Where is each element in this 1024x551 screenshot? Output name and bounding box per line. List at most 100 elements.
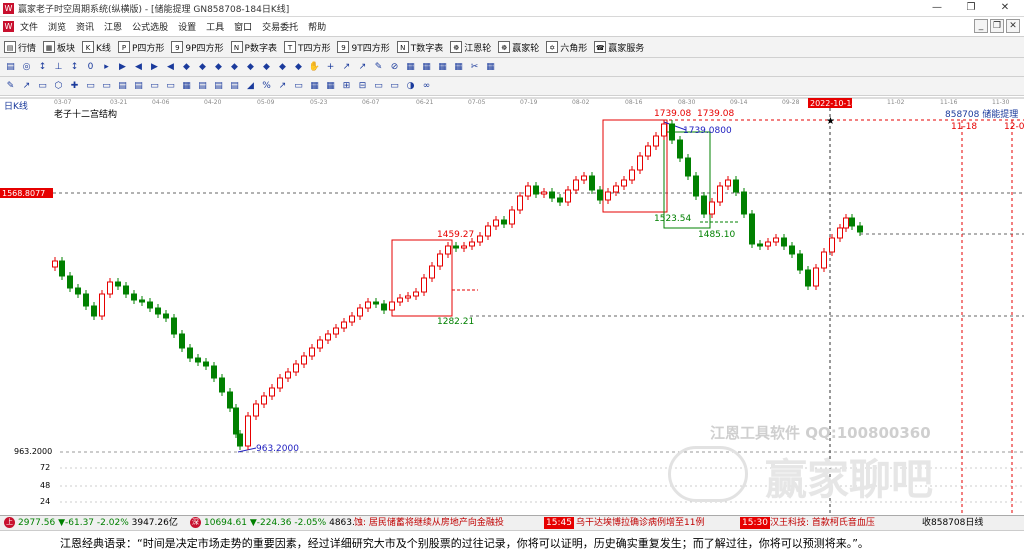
toolbar-button-1[interactable]: ▦ 板块	[43, 41, 75, 54]
toolbar2-tool-icon-28[interactable]: ▦	[452, 61, 465, 74]
toolbar2-tool-icon-4[interactable]: ↕	[68, 61, 81, 74]
toolbar-button-6[interactable]: T T四方形	[283, 41, 330, 54]
menu-item-0[interactable]: 文件	[20, 20, 38, 33]
menu-item-3[interactable]: 江恩	[104, 20, 122, 33]
menu-item-7[interactable]: 窗口	[234, 20, 252, 33]
news-item-1[interactable]: 蚀: 居民储蓄将继续从房地产向金融投	[354, 517, 504, 529]
menu-item-4[interactable]: 公式选股	[132, 20, 168, 33]
toolbar3-tool-icon-2[interactable]: ▭	[36, 80, 49, 93]
toolbar3-tool-icon-22[interactable]: ⊟	[356, 80, 369, 93]
candle-12	[147, 298, 153, 312]
close-button[interactable]: ✕	[988, 0, 1022, 16]
toolbar-button-5[interactable]: N P数字表	[230, 41, 277, 54]
sh-index[interactable]: 上 2977.56 ▼-61.37 -2.02% 3947.26亿	[4, 517, 178, 529]
toolbar2-tool-icon-9[interactable]: ▶	[148, 61, 161, 74]
toolbar2-tool-icon-17[interactable]: ◆	[276, 61, 289, 74]
toolbar2-tool-icon-13[interactable]: ◆	[212, 61, 225, 74]
toolbar-button-0[interactable]: ▤ 行情	[4, 41, 36, 54]
news-item-3[interactable]: 汉王科技: 首款柯氏音血压	[770, 517, 875, 529]
toolbar2-tool-icon-5[interactable]: 0	[84, 61, 97, 74]
toolbar2-tool-icon-14[interactable]: ◆	[228, 61, 241, 74]
toolbar2-tool-icon-7[interactable]: ▶	[116, 61, 129, 74]
candle-body	[629, 169, 635, 181]
minimize-button[interactable]: —	[920, 0, 954, 16]
menu-item-5[interactable]: 设置	[178, 20, 196, 33]
toolbar3-tool-icon-0[interactable]: ✎	[4, 80, 17, 93]
toolbar-button-8[interactable]: N T数字表	[396, 41, 443, 54]
candle-body	[533, 185, 539, 195]
toolbar2-tool-icon-27[interactable]: ▦	[436, 61, 449, 74]
menu-item-8[interactable]: 交易委托	[262, 20, 298, 33]
toolbar3-tool-icon-5[interactable]: ▭	[84, 80, 97, 93]
menu-item-2[interactable]: 资讯	[76, 20, 94, 33]
mdi-restore-button[interactable]: ❐	[990, 19, 1004, 33]
toolbar3-tool-icon-7[interactable]: ▤	[116, 80, 129, 93]
maximize-button[interactable]: ❐	[954, 0, 988, 16]
menu-item-9[interactable]: 帮助	[308, 20, 326, 33]
toolbar2-tool-icon-29[interactable]: ✂	[468, 61, 481, 74]
toolbar3-tool-icon-3[interactable]: ⬡	[52, 80, 65, 93]
toolbar3-tool-icon-15[interactable]: ◢	[244, 80, 257, 93]
toolbar2-tool-icon-10[interactable]: ◀	[164, 61, 177, 74]
toolbar2-tool-icon-24[interactable]: ⊘	[388, 61, 401, 74]
toolbar2-tool-icon-11[interactable]: ◆	[180, 61, 193, 74]
sz-index[interactable]: 深 10694.61 ▼-224.36 -2.05% 4863.	[190, 517, 355, 529]
toolbar3-tool-icon-25[interactable]: ◑	[404, 80, 417, 93]
toolbar3-tool-icon-16[interactable]: %	[260, 80, 273, 93]
candle-13	[155, 304, 161, 318]
toolbar3-tool-icon-21[interactable]: ⊞	[340, 80, 353, 93]
toolbar2-tool-icon-30[interactable]: ▦	[484, 61, 497, 74]
toolbar3-tool-icon-9[interactable]: ▭	[148, 80, 161, 93]
toolbar-button-3[interactable]: P P四方形	[117, 41, 164, 54]
toolbar2-tool-icon-25[interactable]: ▦	[404, 61, 417, 74]
toolbar3-tool-icon-11[interactable]: ▦	[180, 80, 193, 93]
toolbar3-tool-icon-24[interactable]: ▭	[388, 80, 401, 93]
toolbar-button-7[interactable]: 9 9T四方形	[337, 41, 390, 54]
toolbar2-tool-icon-19[interactable]: ✋	[308, 61, 321, 74]
toolbar3-tool-icon-17[interactable]: ↗	[276, 80, 289, 93]
toolbar3-tool-icon-18[interactable]: ▭	[292, 80, 305, 93]
toolbar2-tool-icon-1[interactable]: ◎	[20, 61, 33, 74]
toolbar3-tool-icon-8[interactable]: ▤	[132, 80, 145, 93]
toolbar3-tool-icon-10[interactable]: ▭	[164, 80, 177, 93]
toolbar-button-2[interactable]: K K线	[82, 41, 111, 54]
toolbar2-tool-icon-22[interactable]: ↗	[356, 61, 369, 74]
winner-wheel-icon: ☸	[498, 41, 511, 53]
toolbar2-tool-icon-15[interactable]: ◆	[244, 61, 257, 74]
toolbar2-tool-icon-18[interactable]: ◆	[292, 61, 305, 74]
toolbar3-tool-icon-12[interactable]: ▤	[196, 80, 209, 93]
toolbar2-tool-icon-16[interactable]: ◆	[260, 61, 273, 74]
toolbar-button-4[interactable]: 9 9P四方形	[171, 41, 224, 54]
menu-item-1[interactable]: 浏览	[48, 20, 66, 33]
toolbar-button-10[interactable]: ☸ 赢家轮	[498, 41, 539, 54]
candle-body	[99, 293, 105, 317]
toolbar2-tool-icon-0[interactable]: ▤	[4, 61, 17, 74]
toolbar2-tool-icon-3[interactable]: ⊥	[52, 61, 65, 74]
mdi-minimize-button[interactable]: _	[974, 19, 988, 33]
toolbar-button-9[interactable]: ☸ 江恩轮	[450, 41, 491, 54]
toolbar3-tool-icon-14[interactable]: ▤	[228, 80, 241, 93]
toolbar3-tool-icon-6[interactable]: ▭	[100, 80, 113, 93]
toolbar3-tool-icon-26[interactable]: ∞	[420, 80, 433, 93]
toolbar3-tool-icon-13[interactable]: ▤	[212, 80, 225, 93]
toolbar3-tool-icon-20[interactable]: ▦	[324, 80, 337, 93]
toolbar2-tool-icon-20[interactable]: +	[324, 61, 337, 74]
candle-18	[195, 354, 201, 366]
chart-area[interactable]: 03-07 03-21 04-06 04-20 05-09 05-23 06-07 06-21…	[0, 96, 1024, 515]
toolbar2-tool-icon-6[interactable]: ▸	[100, 61, 113, 74]
toolbar3-tool-icon-4[interactable]: ✚	[68, 80, 81, 93]
toolbar3-tool-icon-23[interactable]: ▭	[372, 80, 385, 93]
menu-item-6[interactable]: 工具	[206, 20, 224, 33]
toolbar2-tool-icon-2[interactable]: ↕	[36, 61, 49, 74]
toolbar-button-12[interactable]: ☎ 赢家服务	[594, 41, 644, 54]
toolbar2-tool-icon-21[interactable]: ↗	[340, 61, 353, 74]
news-item-2[interactable]: 乌干达埃博拉确诊病例增至11例	[576, 517, 704, 529]
toolbar2-tool-icon-12[interactable]: ◆	[196, 61, 209, 74]
toolbar2-tool-icon-26[interactable]: ▦	[420, 61, 433, 74]
toolbar-button-11[interactable]: ✡ 六角形	[546, 41, 587, 54]
toolbar2-tool-icon-8[interactable]: ◀	[132, 61, 145, 74]
toolbar3-tool-icon-19[interactable]: ▦	[308, 80, 321, 93]
toolbar3-tool-icon-1[interactable]: ↗	[20, 80, 33, 93]
toolbar2-tool-icon-23[interactable]: ✎	[372, 61, 385, 74]
mdi-close-button[interactable]: ✕	[1006, 19, 1020, 33]
